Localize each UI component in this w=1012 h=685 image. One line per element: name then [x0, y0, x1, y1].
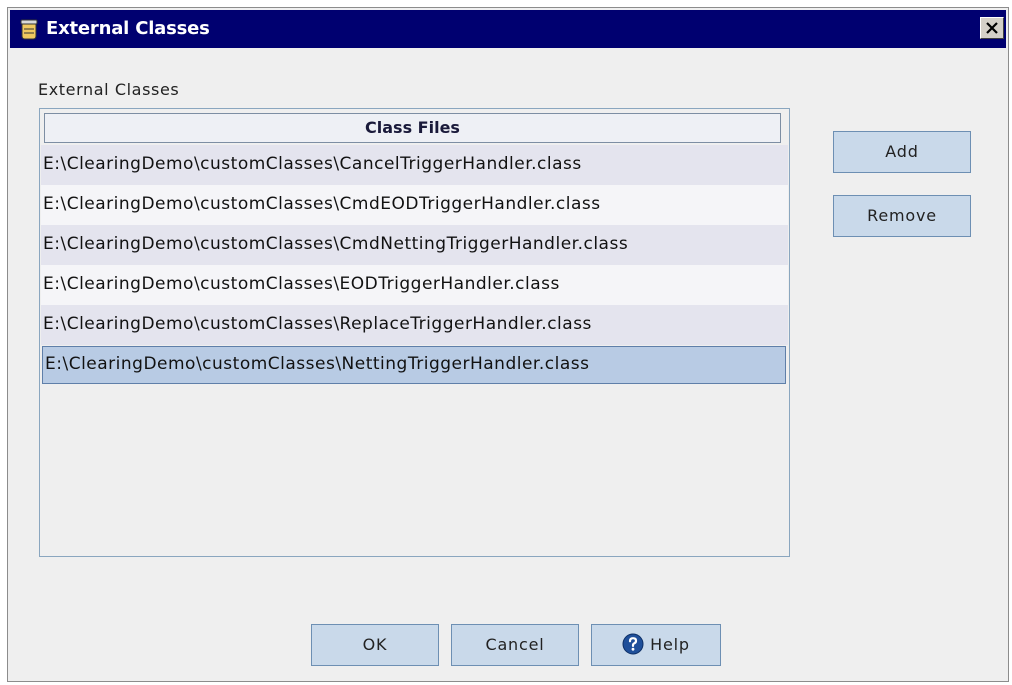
help-button-label: Help	[650, 635, 690, 654]
ok-button[interactable]: OK	[311, 624, 439, 666]
window-title: External Classes	[46, 18, 210, 39]
list-item[interactable]: E:\ClearingDemo\customClasses\CancelTrig…	[41, 145, 788, 185]
external-classes-dialog: External Classes External Classes Class …	[7, 7, 1009, 682]
remove-button[interactable]: Remove	[833, 195, 971, 237]
list-item[interactable]: E:\ClearingDemo\customClasses\CmdEODTrig…	[41, 185, 788, 225]
help-icon	[622, 633, 644, 654]
list-item[interactable]: E:\ClearingDemo\customClasses\ReplaceTri…	[41, 305, 788, 345]
close-icon	[986, 22, 998, 34]
list-item-selected[interactable]: E:\ClearingDemo\customClasses\NettingTri…	[42, 346, 786, 384]
cancel-button[interactable]: Cancel	[451, 624, 579, 666]
close-button[interactable]	[980, 17, 1004, 39]
group-label: External Classes	[38, 80, 180, 99]
list-item[interactable]: E:\ClearingDemo\customClasses\EODTrigger…	[41, 265, 788, 305]
title-bar: External Classes	[10, 10, 1006, 48]
jar-icon	[20, 19, 38, 40]
class-files-list[interactable]: Class Files E:\ClearingDemo\customClasse…	[39, 108, 790, 557]
list-item[interactable]: E:\ClearingDemo\customClasses\CmdNetting…	[41, 225, 788, 265]
add-button[interactable]: Add	[833, 131, 971, 173]
help-button[interactable]: Help	[591, 624, 721, 666]
column-header-class-files[interactable]: Class Files	[44, 113, 781, 143]
